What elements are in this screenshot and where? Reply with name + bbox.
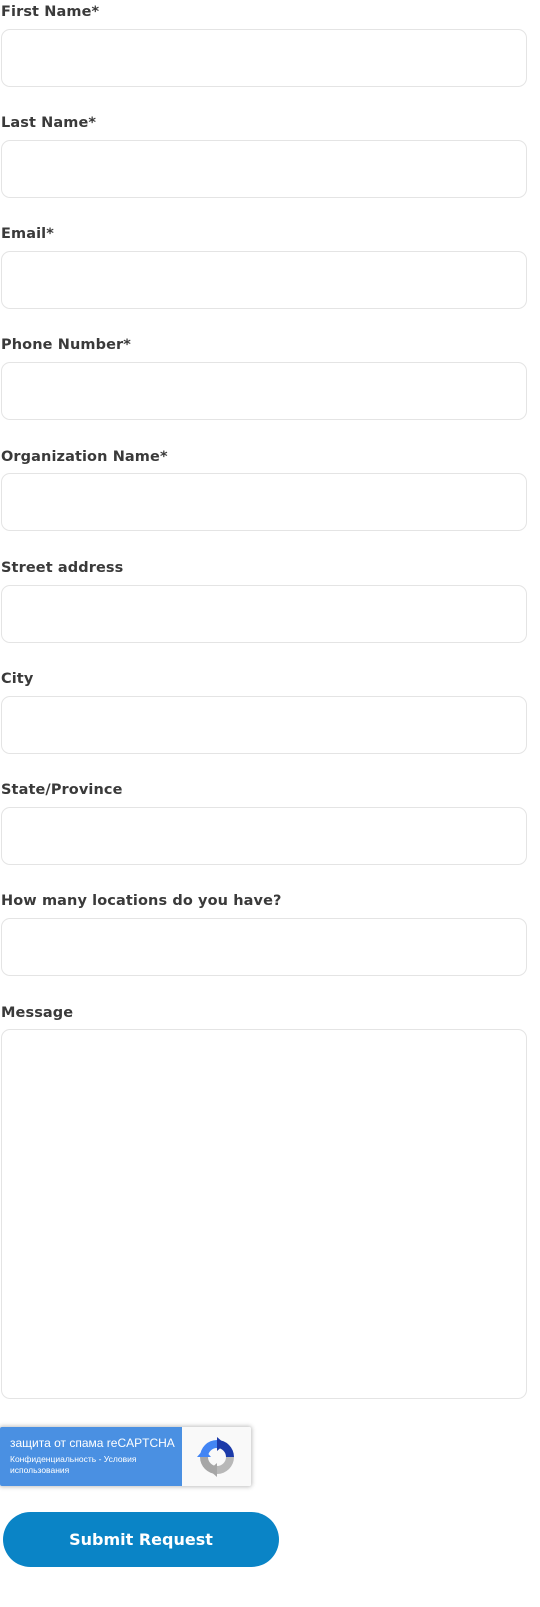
submit-request-button[interactable]: Submit Request (3, 1512, 279, 1567)
city-label: City (1, 671, 34, 687)
recaptcha-arrows-icon (196, 1436, 234, 1477)
state-province-input[interactable] (1, 807, 527, 865)
recaptcha-links: Конфиденциальность - Условия использован… (10, 1454, 160, 1476)
recaptcha-badge: защита от спама reCAPTCHA Конфиденциальн… (0, 1427, 251, 1486)
phone-number-input[interactable] (1, 362, 527, 420)
recaptcha-logo-icon[interactable] (182, 1427, 251, 1486)
organization-name-label: Organization Name* (1, 449, 168, 465)
email-input[interactable] (1, 251, 527, 309)
state-province-label: State/Province (1, 782, 123, 798)
first-name-input[interactable] (1, 29, 527, 87)
email-label: Email* (1, 226, 54, 242)
phone-number-label: Phone Number* (1, 337, 131, 353)
street-address-label: Street address (1, 560, 124, 576)
first-name-label: First Name* (1, 4, 100, 20)
recaptcha-panel: защита от спама reCAPTCHA Конфиденциальн… (0, 1427, 182, 1486)
organization-name-input[interactable] (1, 473, 527, 531)
city-input[interactable] (1, 696, 527, 754)
street-address-input[interactable] (1, 585, 527, 643)
recaptcha-title: защита от спама reCAPTCHA (10, 1436, 175, 1450)
last-name-label: Last Name* (1, 115, 97, 131)
message-label: Message (1, 1005, 74, 1021)
recaptcha-privacy-link[interactable]: Конфиденциальность (10, 1454, 96, 1464)
message-textarea[interactable] (1, 1029, 527, 1399)
locations-count-input[interactable] (1, 918, 527, 976)
last-name-input[interactable] (1, 140, 527, 198)
recaptcha-link-separator: - (96, 1454, 104, 1464)
locations-count-label: How many locations do you have? (1, 893, 282, 909)
